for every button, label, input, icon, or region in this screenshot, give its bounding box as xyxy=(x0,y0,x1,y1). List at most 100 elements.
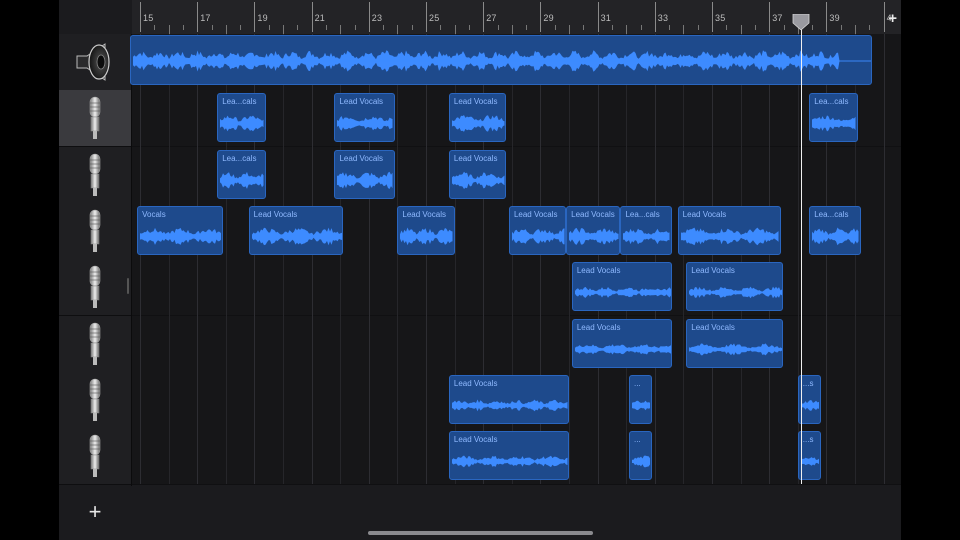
audio-region[interactable]: ... xyxy=(629,431,652,481)
audio-region[interactable]: Lead Vocals xyxy=(397,205,455,255)
ruler-tick xyxy=(583,25,585,30)
audio-region[interactable]: Lea...cals xyxy=(809,205,861,255)
ruler-tick xyxy=(383,25,385,30)
region-name: ...s xyxy=(802,435,814,445)
audio-region[interactable]: Lead Vocals xyxy=(677,205,781,255)
track-header-6[interactable] xyxy=(59,315,131,373)
audio-region[interactable]: Lead Vocals xyxy=(448,93,507,143)
audio-region-master[interactable] xyxy=(130,35,873,85)
ruler-tick xyxy=(826,2,828,32)
ruler-tick xyxy=(726,25,728,30)
bar-number-label: 29 xyxy=(543,13,554,23)
ruler-tick xyxy=(597,2,599,32)
timeline-ruler[interactable]: 15 17 19 21 23 25 27 29 31 33 35 37 39 4 + xyxy=(132,0,901,35)
waveform-path xyxy=(680,227,779,246)
ruler-tick xyxy=(268,25,270,30)
bar-number-label: 35 xyxy=(715,13,726,23)
audio-region[interactable]: Lead Vocals xyxy=(686,318,784,368)
track-header-1[interactable] xyxy=(59,34,131,91)
waveform-path xyxy=(337,116,393,132)
audio-region[interactable]: Lea...cals xyxy=(620,205,672,255)
ruler-tick xyxy=(840,25,842,30)
audio-region[interactable]: Lea...cals xyxy=(217,93,266,143)
track-lane-6[interactable] xyxy=(132,315,901,373)
grid-line xyxy=(426,34,427,484)
ruler-tick xyxy=(769,2,771,32)
track-header-4[interactable] xyxy=(59,202,131,260)
waveform-path xyxy=(574,287,671,299)
bar-number-label: 23 xyxy=(371,13,383,23)
add-track-button[interactable]: + xyxy=(59,484,131,540)
track-header-7[interactable] xyxy=(59,371,131,429)
audio-region[interactable]: Lea...cals xyxy=(217,149,266,199)
ruler-tick xyxy=(812,25,814,30)
ruler-tick xyxy=(168,25,170,34)
playhead-handle[interactable] xyxy=(792,14,810,30)
ruler-tick xyxy=(626,25,628,34)
bar-number-label: 19 xyxy=(257,13,268,23)
ruler-tick xyxy=(426,2,427,32)
audio-region[interactable]: Lea...cals xyxy=(809,93,858,143)
track-header-8[interactable] xyxy=(59,428,131,486)
ruler-tick xyxy=(697,25,699,30)
waveform-path xyxy=(574,343,671,354)
audio-region[interactable]: Lead Vocals xyxy=(566,205,621,255)
ruler-tick xyxy=(454,25,456,34)
track-header-2[interactable] xyxy=(59,90,131,148)
region-name: Lea...cals xyxy=(222,97,257,107)
region-name: Lea...cals xyxy=(814,209,849,219)
region-name: Lead Vocals xyxy=(691,322,735,332)
ruler-tick xyxy=(240,25,242,30)
grid-line xyxy=(769,34,771,484)
ruler-tick xyxy=(254,2,256,32)
audio-region[interactable]: Lead Vocals xyxy=(448,431,569,481)
track-header-3[interactable] xyxy=(59,146,131,204)
microphone-icon xyxy=(89,322,101,365)
ruler-tick xyxy=(411,25,413,30)
audio-region[interactable]: Lead Vocals xyxy=(686,262,784,312)
audio-region[interactable]: Lead Vocals xyxy=(508,205,567,255)
ruler-tick xyxy=(468,25,470,30)
add-section-button[interactable]: + xyxy=(888,11,897,26)
audio-region[interactable]: ... xyxy=(629,374,652,424)
region-name: ... xyxy=(634,378,641,388)
audio-region[interactable]: Lead Vocals xyxy=(571,262,672,312)
ruler-tick xyxy=(154,25,156,30)
track-lane-5[interactable] xyxy=(132,259,901,317)
audio-region[interactable]: Lead Vocals xyxy=(571,318,672,368)
waveform-path xyxy=(689,342,783,355)
waveform-path xyxy=(451,171,505,189)
audio-region[interactable]: Lead Vocals xyxy=(448,374,569,424)
ruler-tick xyxy=(640,25,642,30)
region-name: Lead Vocals xyxy=(339,97,384,107)
audio-region[interactable]: Lead Vocals xyxy=(448,149,507,199)
region-name: Lead Vocals xyxy=(571,209,615,219)
waveform-path xyxy=(140,227,222,245)
ruler-tick xyxy=(483,2,485,32)
region-name: Lea...cals xyxy=(625,209,660,219)
audio-region[interactable]: Lead Vocals xyxy=(334,93,395,143)
waveform-path xyxy=(689,286,783,299)
bar-number-label: 15 xyxy=(143,13,154,23)
grid-line xyxy=(712,34,713,484)
waveform-path xyxy=(251,227,342,246)
ruler-tick xyxy=(511,25,513,34)
bar-number-label: 25 xyxy=(429,13,440,23)
ruler-tick xyxy=(754,25,756,30)
audio-region[interactable]: Lead Vocals xyxy=(334,149,395,199)
playhead[interactable] xyxy=(800,14,802,484)
region-name: Vocals xyxy=(142,209,166,219)
tracks-view: 15 17 19 21 23 25 27 29 31 33 35 37 39 4 + xyxy=(59,0,901,540)
ruler-tick xyxy=(182,25,184,30)
microphone-icon xyxy=(89,209,101,252)
waveform-path xyxy=(451,399,568,412)
grid-line xyxy=(654,34,656,484)
ruler-tick xyxy=(869,25,871,30)
track-header-5[interactable] xyxy=(59,259,131,317)
audio-region[interactable]: Vocals xyxy=(137,205,223,255)
ruler-tick xyxy=(611,25,613,30)
track-lanes[interactable]: Lea...cals Lead Vocals Lead Vocals Lea...ca… xyxy=(130,34,901,486)
ruler-tick xyxy=(497,25,499,30)
resize-grip[interactable] xyxy=(127,278,129,294)
audio-region[interactable]: Lead Vocals xyxy=(248,205,344,255)
